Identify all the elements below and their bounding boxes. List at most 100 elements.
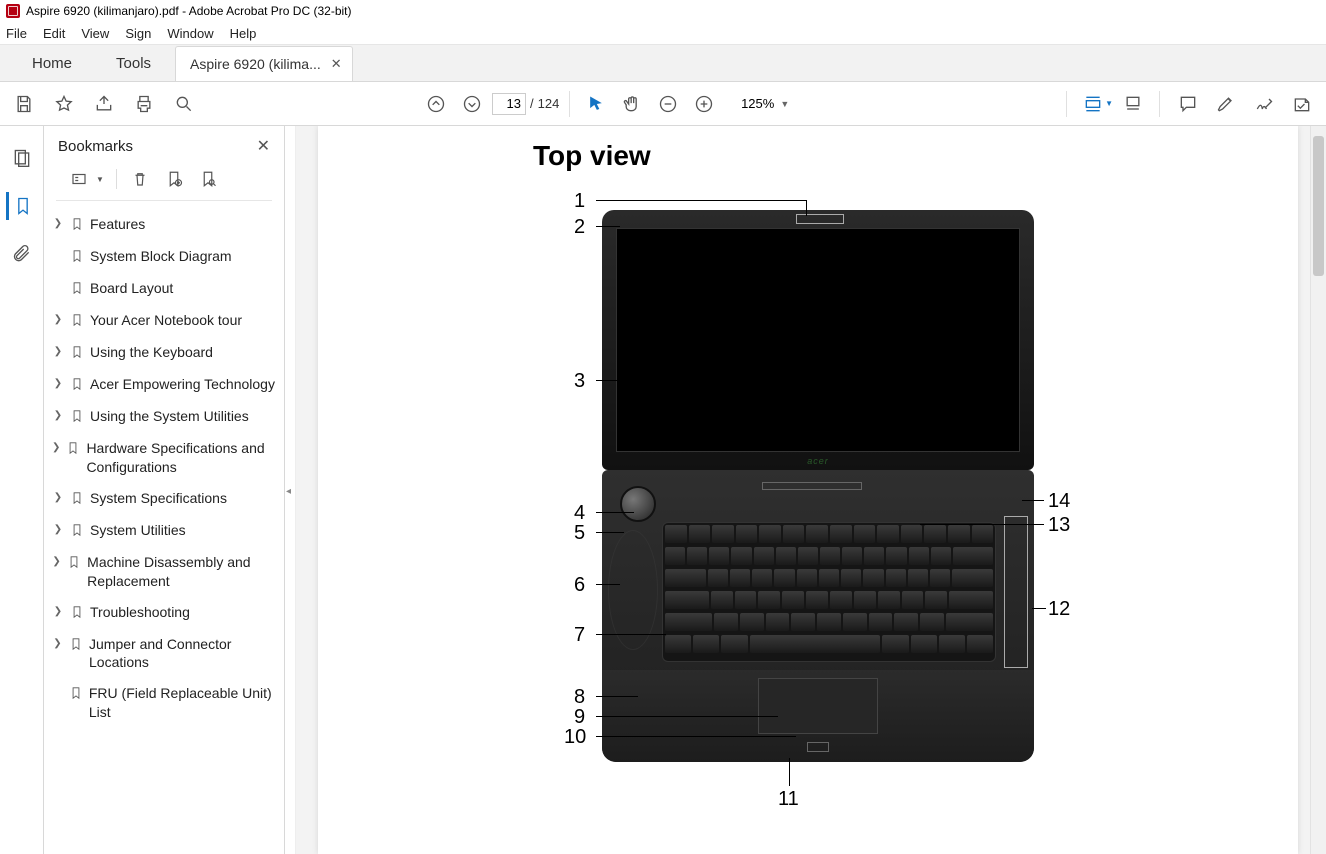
bookmark-item[interactable]: ❯ Features xyxy=(50,209,280,241)
bookmark-label: System Utilities xyxy=(90,521,186,540)
page-number-input[interactable] xyxy=(492,93,526,115)
bookmark-item[interactable]: Board Layout xyxy=(50,273,280,305)
bookmarks-panel-title: Bookmarks xyxy=(58,138,133,155)
bookmark-icon xyxy=(70,522,84,541)
scrollbar-thumb[interactable] xyxy=(1313,136,1324,276)
zoom-dropdown[interactable]: 125% ▼ xyxy=(724,93,789,115)
chevron-right-icon[interactable]: ❯ xyxy=(52,553,61,571)
tab-home[interactable]: Home xyxy=(10,45,94,81)
bookmark-item[interactable]: ❯ System Utilities xyxy=(50,515,280,547)
stamp-icon[interactable] xyxy=(1286,88,1318,120)
leader-line xyxy=(806,200,807,216)
attachments-icon[interactable] xyxy=(8,240,36,268)
leader-line xyxy=(596,584,620,585)
bookmark-item[interactable]: FRU (Field Replaceable Unit) List xyxy=(50,678,280,728)
laptop-cinedash xyxy=(608,530,658,650)
bookmark-icon xyxy=(70,490,84,509)
document-viewer[interactable]: Top view acer xyxy=(295,126,1326,854)
bookmarks-icon[interactable] xyxy=(6,192,34,220)
bookmark-label: Your Acer Notebook tour xyxy=(90,311,242,330)
bookmark-item[interactable]: ❯Acer Empowering Technology xyxy=(50,369,280,401)
bookmark-label: Board Layout xyxy=(90,279,173,298)
bookmark-item[interactable]: System Block Diagram xyxy=(50,241,280,273)
new-bookmark-icon[interactable] xyxy=(163,168,185,190)
share-icon[interactable] xyxy=(88,88,120,120)
chevron-right-icon[interactable]: ❯ xyxy=(52,343,64,361)
comment-icon[interactable] xyxy=(1172,88,1204,120)
page-up-icon[interactable] xyxy=(420,88,452,120)
toolbar-separator xyxy=(1159,91,1160,117)
zoom-in-icon[interactable] xyxy=(688,88,720,120)
menu-edit[interactable]: Edit xyxy=(43,26,65,41)
tab-close-icon[interactable]: ✕ xyxy=(331,56,342,72)
zoom-out-icon[interactable] xyxy=(652,88,684,120)
chevron-right-icon[interactable]: ❯ xyxy=(52,439,60,457)
caret-down-icon: ▼ xyxy=(1105,99,1113,108)
main-toolbar: / 124 125% ▼ ▼ xyxy=(0,82,1326,126)
find-bookmark-icon[interactable] xyxy=(197,168,219,190)
laptop-touchpad xyxy=(758,678,878,734)
bookmark-item[interactable]: ❯ Using the Keyboard xyxy=(50,337,280,369)
bookmark-item[interactable]: ❯Troubleshooting xyxy=(50,597,280,629)
leader-line xyxy=(596,736,796,737)
hand-tool-icon[interactable] xyxy=(616,88,648,120)
menu-sign[interactable]: Sign xyxy=(125,26,151,41)
thumbnails-icon[interactable] xyxy=(8,144,36,172)
chevron-right-icon[interactable]: ❯ xyxy=(52,311,64,329)
panel-collapse-handle[interactable]: ◂ xyxy=(285,126,295,854)
chevron-right-icon[interactable]: ❯ xyxy=(52,375,64,393)
laptop-brand: acer xyxy=(807,456,829,466)
tab-document[interactable]: Aspire 6920 (kilima... ✕ xyxy=(175,46,353,81)
page-heading: Top view xyxy=(533,140,651,172)
bookmark-item[interactable]: ❯Hardware Specifications and Configurati… xyxy=(50,433,280,483)
bookmark-item[interactable]: ❯ Your Acer Notebook tour xyxy=(50,305,280,337)
chevron-right-icon[interactable]: ❯ xyxy=(52,603,64,621)
zoom-value: 125% xyxy=(724,93,778,115)
laptop-deck xyxy=(602,470,1034,762)
bookmark-item[interactable]: ❯ Using the System Utilities xyxy=(50,401,280,433)
bookmark-item[interactable]: ❯System Specifications xyxy=(50,483,280,515)
vertical-scrollbar[interactable] xyxy=(1310,126,1326,854)
find-icon[interactable] xyxy=(168,88,200,120)
bookmark-label: Features xyxy=(90,215,145,234)
chevron-right-icon[interactable]: ❯ xyxy=(52,215,64,233)
bookmark-label: Using the Keyboard xyxy=(90,343,213,362)
menu-view[interactable]: View xyxy=(81,26,109,41)
nav-rail xyxy=(0,126,44,854)
page-sep: / xyxy=(530,96,534,111)
menu-help[interactable]: Help xyxy=(230,26,257,41)
window-titlebar: Aspire 6920 (kilimanjaro).pdf - Adobe Ac… xyxy=(0,0,1326,22)
chevron-right-icon[interactable]: ❯ xyxy=(52,489,64,507)
bookmark-item[interactable]: ❯Machine Disassembly and Replacement xyxy=(50,547,280,597)
delete-bookmark-icon[interactable] xyxy=(129,168,151,190)
caret-down-icon: ▼ xyxy=(96,175,104,184)
page-down-icon[interactable] xyxy=(456,88,488,120)
pdf-app-icon xyxy=(6,4,20,18)
bookmark-item[interactable]: ❯Jumper and Connector Locations xyxy=(50,629,280,679)
bookmark-icon xyxy=(70,344,84,363)
toolbar-separator xyxy=(569,91,570,117)
bookmark-icon xyxy=(69,685,83,704)
save-icon[interactable] xyxy=(8,88,40,120)
highlight-icon[interactable] xyxy=(1210,88,1242,120)
tab-document-label: Aspire 6920 (kilima... xyxy=(190,56,321,72)
bookmarks-options-icon[interactable] xyxy=(68,168,90,190)
bookmark-icon xyxy=(66,440,80,459)
callout-3: 3 xyxy=(574,370,585,393)
panel-close-icon[interactable]: ✕ xyxy=(257,136,270,156)
page-display-icon[interactable] xyxy=(1117,88,1149,120)
print-icon[interactable] xyxy=(128,88,160,120)
menu-window[interactable]: Window xyxy=(167,26,213,41)
chevron-right-icon[interactable]: ❯ xyxy=(52,635,63,653)
tab-tools[interactable]: Tools xyxy=(94,45,173,81)
bookmark-icon xyxy=(70,216,84,235)
star-icon[interactable] xyxy=(48,88,80,120)
leader-line xyxy=(1032,608,1046,609)
menu-file[interactable]: File xyxy=(6,26,27,41)
bookmark-label: Using the System Utilities xyxy=(90,407,249,426)
chevron-right-icon[interactable]: ❯ xyxy=(52,521,64,539)
sign-icon[interactable] xyxy=(1248,88,1280,120)
selection-tool-icon[interactable] xyxy=(580,88,612,120)
chevron-right-icon[interactable]: ❯ xyxy=(52,407,64,425)
callout-7: 7 xyxy=(574,624,585,647)
